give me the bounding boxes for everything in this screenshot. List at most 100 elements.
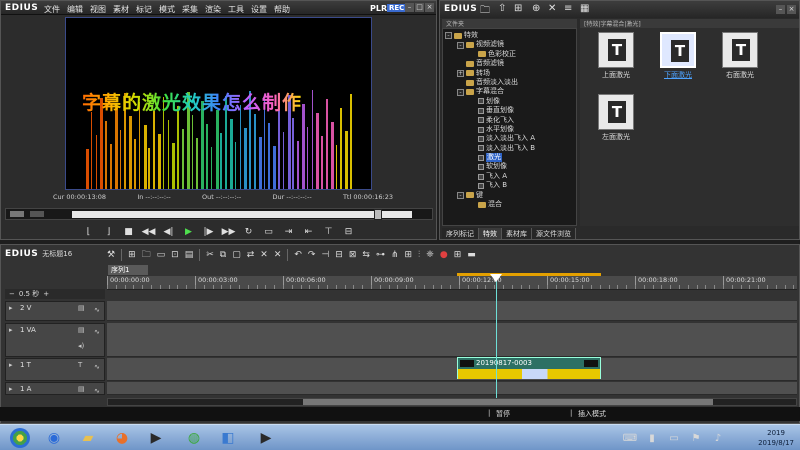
tree-node[interactable]: 音频淡入淡出 (445, 78, 574, 87)
tree-node[interactable]: 音频滤镜 (445, 59, 574, 68)
folder-icon[interactable]: 🗀 (480, 3, 490, 20)
taskbar-folder-icon[interactable]: ▰ (74, 427, 102, 449)
track-lane[interactable] (107, 382, 797, 395)
close-icon[interactable]: × (425, 3, 434, 12)
system-clock[interactable]: 2019 2019/8/17 (758, 428, 794, 448)
start-button[interactable] (4, 427, 36, 449)
view-icon[interactable]: ▦ (580, 3, 589, 14)
video-mute-icon[interactable]: ▤ (78, 385, 85, 393)
link-icon[interactable]: ⊠ (349, 250, 357, 260)
save-icon[interactable]: ▭ (157, 250, 166, 260)
stop-icon[interactable]: ■ (121, 226, 136, 239)
scale-down-icon[interactable]: − (9, 290, 15, 298)
menu-edit[interactable]: 编辑 (67, 4, 83, 15)
tree-node[interactable]: 飞入 B (445, 181, 574, 190)
waveform-icon[interactable]: ∿ (94, 328, 100, 336)
tree-node[interactable]: 垂直划像 (445, 106, 574, 115)
menu-render[interactable]: 渲染 (205, 4, 221, 15)
add-cut-icon[interactable]: ⊣ (321, 250, 329, 260)
ripple-delete-icon[interactable]: ✕ (274, 250, 282, 260)
export-icon[interactable]: ⊟ (341, 226, 356, 239)
effect-tile[interactable]: T 右面激光 (714, 32, 766, 80)
effect-tile[interactable]: T 左面激光 (590, 94, 642, 142)
tree-node[interactable]: - 视频滤镜 (445, 40, 574, 49)
render-icon[interactable]: ⊞ (454, 250, 462, 260)
taskbar-edius-icon[interactable]: ▶ (142, 427, 170, 449)
effects-close-icon[interactable]: × (787, 5, 796, 14)
menu-tools[interactable]: 工具 (228, 4, 244, 15)
redo-icon[interactable]: ↷ (308, 250, 316, 260)
taskbar-app-icon[interactable]: ◧ (214, 427, 242, 449)
title-track-icon[interactable]: T (78, 361, 82, 369)
track-lane[interactable] (107, 301, 797, 321)
tray-flag-icon[interactable]: ⚑ (686, 427, 706, 449)
tree-icon[interactable]: ⊞ (514, 3, 522, 14)
output-icon[interactable]: ▭ (261, 226, 276, 239)
new-sequence-icon[interactable]: ⊞ (128, 250, 136, 260)
paste-icon[interactable]: ▢ (232, 250, 241, 260)
maximize-icon[interactable]: □ (415, 3, 424, 12)
menu-help[interactable]: 帮助 (274, 4, 290, 15)
track-header[interactable]: 2 V ▸ ▤ ∿ (5, 301, 105, 321)
collapse-icon[interactable]: - (457, 41, 464, 49)
waveform-icon[interactable]: ∿ (94, 387, 100, 395)
sequence-tab[interactable]: 序列1 (108, 265, 148, 275)
timeline-menu-icon[interactable]: ▬ (467, 250, 476, 260)
collapse-icon[interactable]: - (457, 191, 464, 199)
play-icon[interactable]: ▶ (181, 226, 196, 239)
tree-node[interactable]: 飞入 A (445, 172, 574, 181)
cut-icon[interactable]: ✂ (206, 250, 214, 260)
tray-volume-icon[interactable]: ♪ (708, 427, 728, 449)
sequence-settings-icon[interactable]: ▤ (185, 250, 194, 260)
rec-label[interactable]: REC (387, 4, 407, 12)
menu-settings[interactable]: 设置 (251, 4, 267, 15)
track-header[interactable]: 1 T ▸ T ∿ (5, 358, 105, 381)
copy-icon[interactable]: ⧉ (220, 250, 226, 260)
time-ruler[interactable]: 00:00:00:00 00:00:03:00 00:00:06:00 00:00:0… (107, 276, 797, 290)
menu-view[interactable]: 视图 (90, 4, 106, 15)
effect-icon[interactable]: ❈ (426, 250, 434, 260)
menu-marker[interactable]: 标记 (136, 4, 152, 15)
open-project-icon[interactable]: 🗀 (142, 247, 151, 263)
taskbar-browser-icon[interactable]: ◍ (180, 427, 208, 449)
trim-icon[interactable]: ⊤ (321, 226, 336, 239)
delete-clip-icon[interactable]: ✕ (260, 250, 268, 260)
menu-capture[interactable]: 采集 (182, 4, 198, 15)
properties-icon[interactable]: ≡ (564, 3, 572, 14)
tray-network-icon[interactable]: ▮ (642, 427, 662, 449)
menu-clip[interactable]: 素材 (113, 4, 129, 15)
plr-label[interactable]: PLR (370, 4, 387, 13)
tree-node[interactable]: + 转场 (445, 69, 574, 78)
set-out-icon[interactable]: ⌋ (101, 226, 116, 239)
sync-icon[interactable]: ⊶ (376, 250, 385, 260)
tree-node[interactable]: 划像 (445, 97, 574, 106)
effects-minimize-icon[interactable]: – (776, 5, 785, 14)
expand-icon[interactable]: + (457, 69, 464, 77)
tree-node[interactable]: 色彩校正 (445, 50, 574, 59)
ripple-icon[interactable]: ⇆ (362, 250, 370, 260)
tab-effects[interactable]: 特效 (479, 228, 502, 239)
speaker-icon[interactable]: ◂) (78, 342, 84, 350)
tree-node[interactable]: 淡入淡出飞入 B (445, 144, 574, 153)
tree-node[interactable]: 混合 (445, 200, 574, 209)
overwrite-icon[interactable]: ⇤ (301, 226, 316, 239)
track-expand-icon[interactable]: ▸ (9, 361, 13, 369)
tree-node[interactable]: 淡入淡出飞入 A (445, 134, 574, 143)
menu-file[interactable]: 文件 (44, 4, 60, 15)
timeline-clip[interactable]: 20190817-0003 (457, 357, 601, 379)
taskbar-edius2-icon[interactable]: ▶ (252, 427, 280, 449)
tree-node[interactable]: 柔化飞入 (445, 116, 574, 125)
minimize-icon[interactable]: – (405, 3, 414, 12)
scale-up-icon[interactable]: + (43, 290, 49, 298)
waveform-icon[interactable]: ∿ (94, 306, 100, 314)
taskbar-firefox-icon[interactable]: ◕ (108, 427, 136, 449)
mode-icon[interactable]: ⚒ (107, 250, 115, 260)
video-mute-icon[interactable]: ▤ (78, 326, 85, 334)
tab-source-browser[interactable]: 源文件浏览 (532, 228, 576, 239)
snap-icon[interactable]: ⋔ (391, 250, 399, 260)
replace-icon[interactable]: ⇄ (247, 250, 255, 260)
tab-bin[interactable]: 素材库 (502, 228, 532, 239)
tab-sequence-markers[interactable]: 序列标记 (442, 228, 479, 239)
tree-node[interactable]: 激光 (445, 153, 574, 163)
timeline-scrollbar[interactable] (107, 398, 797, 406)
